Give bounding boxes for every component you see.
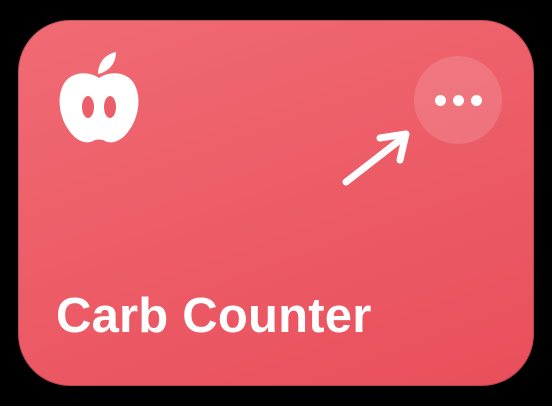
- apple-icon: [59, 52, 139, 143]
- ellipsis-icon: [470, 94, 482, 106]
- more-options-button[interactable]: [414, 56, 502, 144]
- ellipsis-icon: [434, 94, 446, 106]
- shortcut-title: Carb Counter: [56, 289, 372, 343]
- shortcut-card[interactable]: Carb Counter: [18, 20, 534, 386]
- ellipsis-icon: [452, 94, 464, 106]
- arrow-icon: [342, 130, 410, 186]
